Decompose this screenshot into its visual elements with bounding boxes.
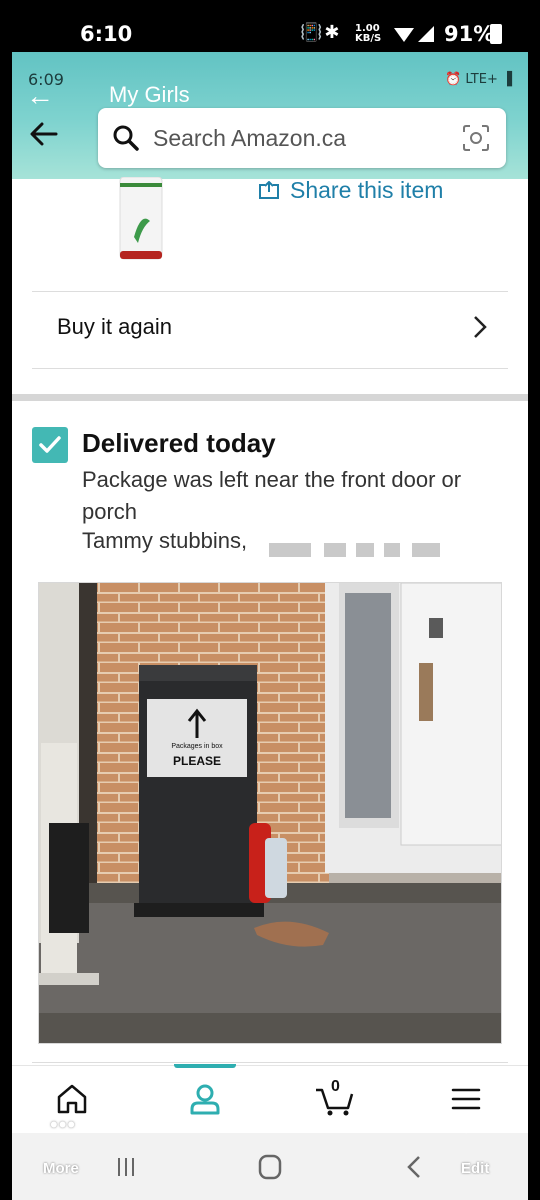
recent-apps-icon[interactable] — [111, 1154, 141, 1180]
chevron-right-icon[interactable] — [472, 314, 488, 340]
inner-status-icons: ⏰ LTE+ ▐ — [445, 72, 512, 87]
home-icon[interactable] — [54, 1082, 90, 1116]
sign-line-1: Packages in box — [171, 743, 223, 750]
account-icon[interactable] — [187, 1082, 223, 1116]
net-speed-unit: KB/S — [355, 33, 382, 44]
share-item-link[interactable]: Share this item — [258, 177, 443, 204]
net-speed: 1.00 KB/S — [355, 24, 381, 44]
battery-icon — [490, 24, 502, 44]
search-icon — [113, 125, 139, 151]
edit-button[interactable]: Edit — [461, 1160, 489, 1177]
battery-percent: 91% — [444, 22, 495, 46]
divider — [32, 368, 508, 369]
outer-status-time: 6:10 — [80, 22, 133, 46]
overlay-back-arrow-icon[interactable]: ← — [26, 80, 54, 112]
redacted-address — [356, 543, 374, 557]
product-thumbnail[interactable] — [116, 177, 166, 262]
home-button-icon[interactable] — [255, 1154, 285, 1180]
back-arrow-icon[interactable] — [26, 116, 62, 152]
delivery-photo[interactable]: Packages in box PLEASE — [38, 582, 502, 1044]
more-dots-icon[interactable]: ••• — [50, 1112, 76, 1138]
system-back-icon[interactable] — [400, 1154, 430, 1180]
more-button[interactable]: More — [43, 1160, 79, 1177]
checkmark-icon — [39, 436, 61, 453]
delivery-description: Package was left near the front door or … — [82, 467, 462, 524]
wifi-signal-icon — [394, 26, 434, 42]
delivery-recipient: Tammy stubbins, — [82, 528, 248, 553]
section-separator — [12, 394, 528, 401]
share-icon — [259, 181, 279, 199]
search-input[interactable]: Search Amazon.ca — [153, 125, 346, 152]
delivery-photo-image: Packages in box PLEASE — [39, 583, 501, 1043]
active-tab-indicator — [174, 1064, 236, 1068]
redacted-address — [412, 543, 440, 557]
redacted-address — [384, 543, 400, 557]
buy-again-label[interactable]: Buy it again — [57, 314, 172, 340]
outer-status-bar: 6:10 📳✱ 1.00 KB/S 91% — [0, 0, 540, 60]
delivered-checkbox — [32, 427, 68, 463]
cart-button[interactable]: 0 — [314, 1078, 356, 1118]
camera-scan-icon[interactable] — [462, 124, 490, 152]
vibrate-bluetooth-icons: 📳✱ — [300, 22, 342, 43]
delivery-status: Delivered today — [82, 428, 276, 458]
edit-pencil-icon[interactable] — [460, 1104, 492, 1138]
divider — [32, 291, 508, 292]
overlay-title: My Girls — [109, 82, 190, 107]
share-label: Share this item — [290, 177, 444, 203]
sign-line-2: PLEASE — [173, 754, 221, 768]
redacted-address — [324, 543, 346, 557]
lte-label: LTE+ — [465, 72, 498, 87]
divider — [32, 1062, 508, 1063]
app-screenshot: 6:09 ⏰ LTE+ ▐ ← My Girls Search Amazon.c… — [12, 52, 528, 1200]
search-bar[interactable]: Search Amazon.ca — [98, 108, 506, 168]
redacted-address — [269, 543, 311, 557]
cart-count: 0 — [331, 1078, 340, 1095]
